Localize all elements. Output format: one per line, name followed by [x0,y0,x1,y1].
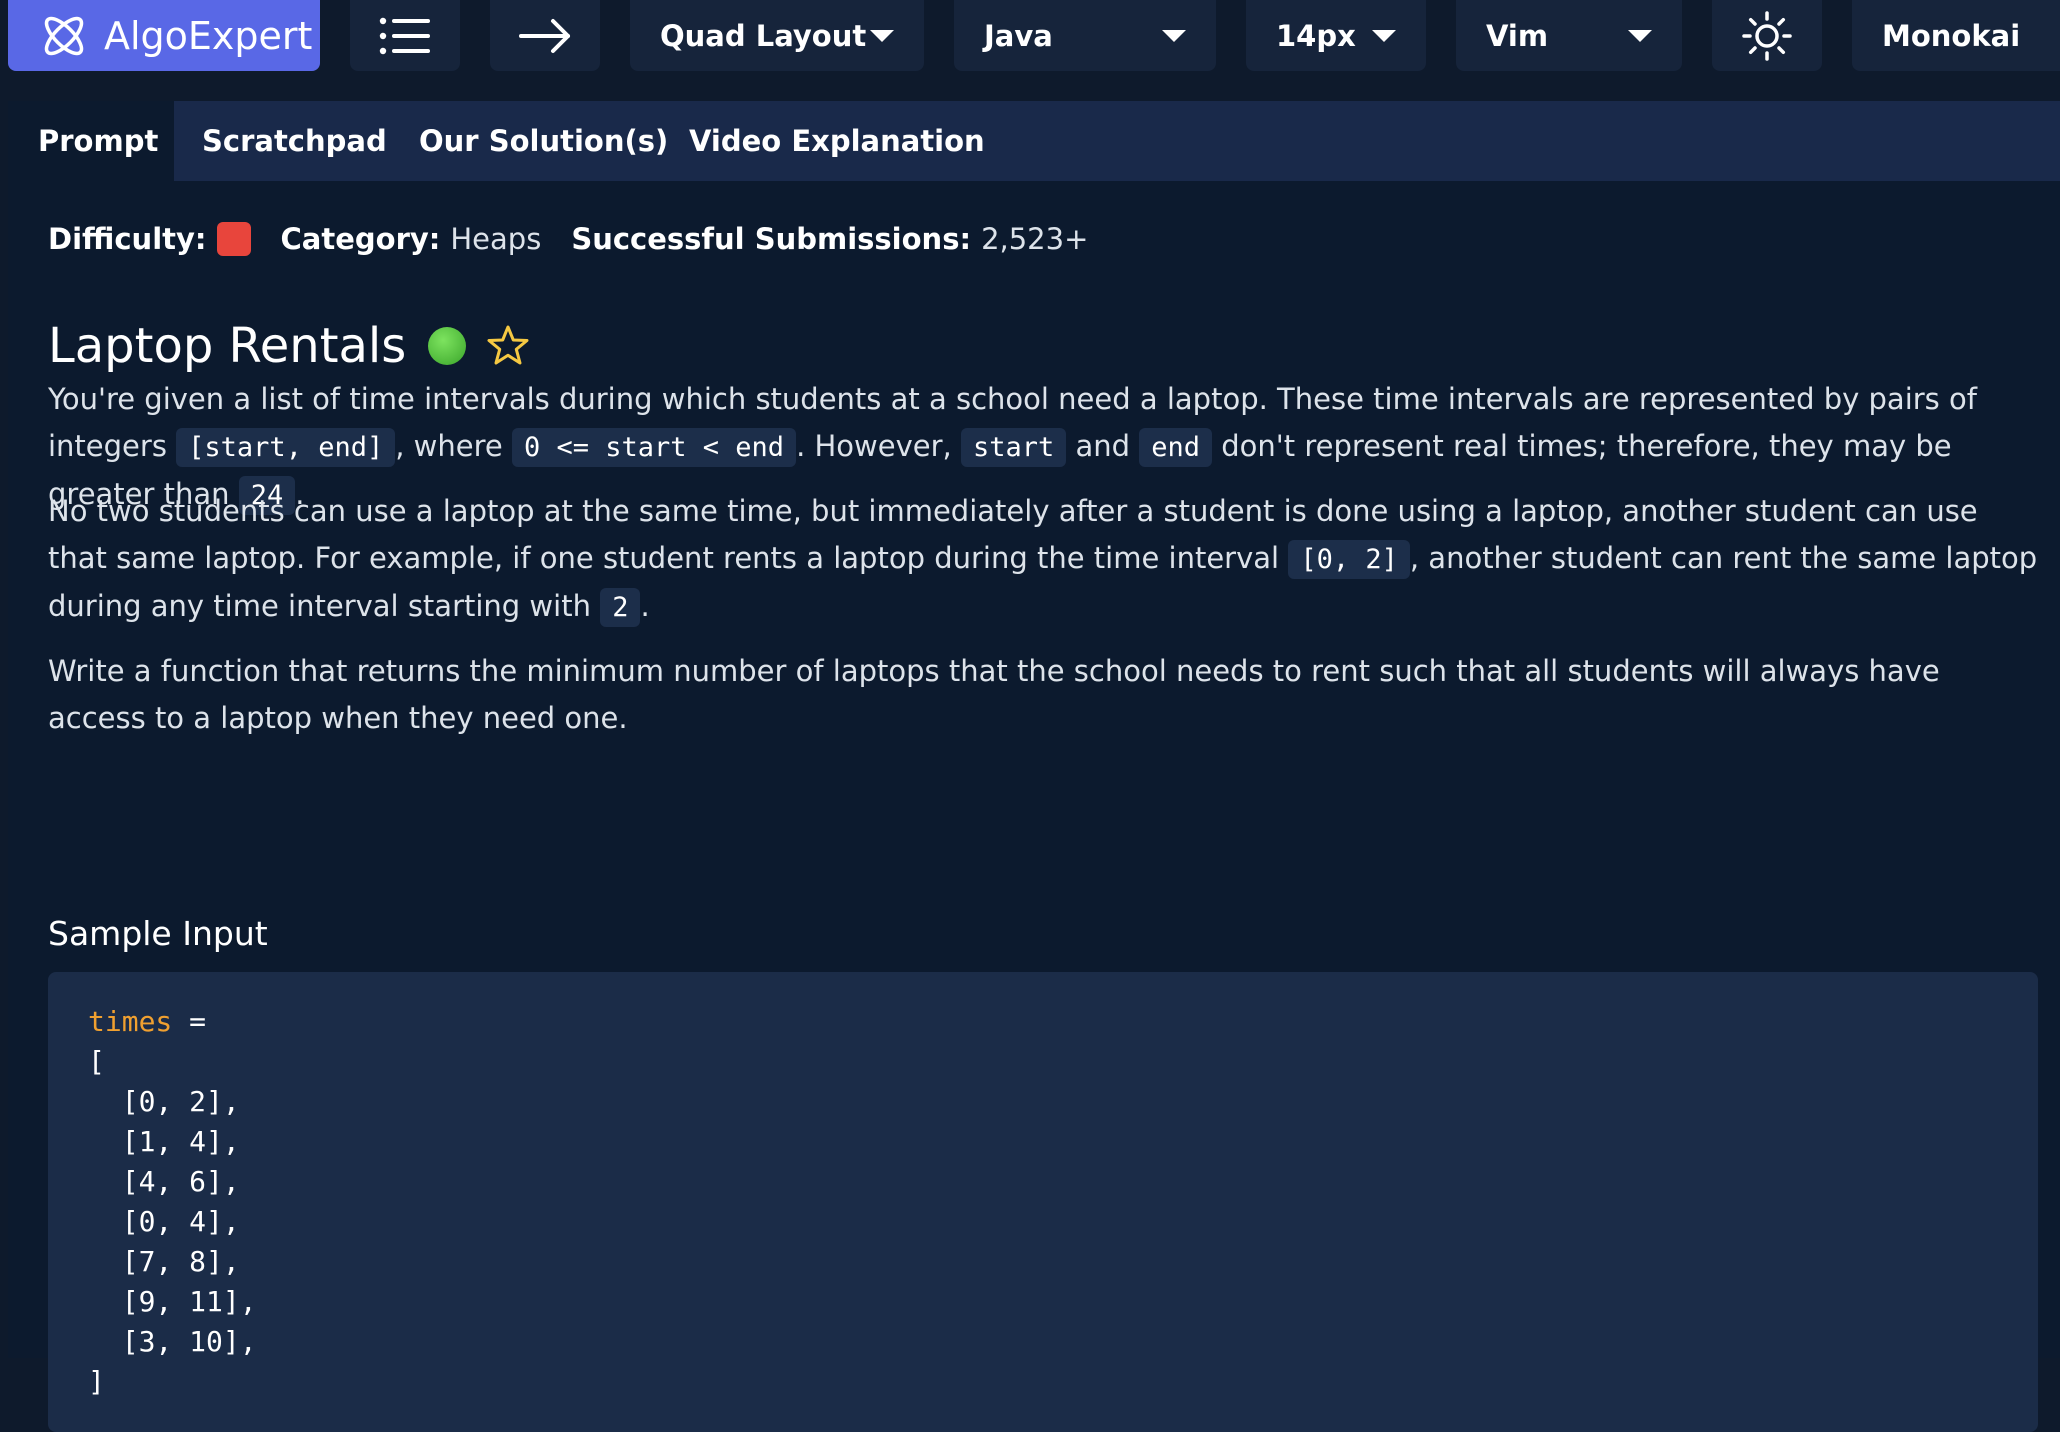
layout-dropdown[interactable]: Quad Layout [630,0,924,71]
code-line: [0, 4], [88,1205,240,1238]
code-line: [3, 10], [88,1325,257,1358]
difficulty-badge [216,222,251,256]
layout-value: Quad Layout [660,18,867,53]
text: , where [395,429,512,463]
caret-down-icon [870,29,894,42]
tab-prompt[interactable]: Prompt [8,101,174,181]
arrow-right-icon [519,18,570,53]
category-label: Category: [280,222,441,256]
status-dot-icon [428,327,467,365]
code-variable: times [88,1005,173,1038]
code-line: [1, 4], [88,1125,240,1158]
code-line: ] [88,1365,105,1398]
sample-input-code: times = [ [0, 2], [1, 4], [4, 6], [0, 4]… [48,972,2038,1432]
panel-tabs: Prompt Scratchpad Our Solution(s) Video … [8,101,2060,181]
code-line: [ [88,1045,105,1078]
theme-value: Monokai [1882,18,2021,53]
caret-down-icon [1162,29,1186,42]
sample-input-heading: Sample Input [48,914,268,953]
language-dropdown[interactable]: Java [954,0,1216,71]
prompt-panel: Prompt Scratchpad Our Solution(s) Video … [8,101,2060,1432]
font-size-value: 14px [1276,18,1356,53]
category-value: Heaps [450,222,542,256]
problem-meta: Difficulty: Category: Heaps Successful S… [48,219,1088,259]
inline-code: [0, 2] [1288,540,1410,579]
difficulty-label: Difficulty: [48,222,207,256]
caret-down-icon [1628,29,1652,42]
theme-dropdown[interactable]: Monokai [1852,0,2060,71]
caret-down-icon [1372,29,1396,42]
top-toolbar: AlgoExpert Quad Layout Java 14px Vim Mon… [0,0,2060,73]
sun-icon [1742,10,1792,61]
submissions-value: 2,523+ [981,222,1089,256]
algoexpert-logo-icon [44,16,84,55]
theme-toggle-button[interactable] [1712,0,1822,71]
inline-code: end [1139,428,1213,467]
next-button[interactable] [490,0,600,71]
brand-name: AlgoExpert [104,13,313,58]
font-size-dropdown[interactable]: 14px [1246,0,1426,71]
keymap-value: Vim [1486,18,1549,53]
prompt-paragraph-3: Write a function that returns the minimu… [48,654,1940,735]
text: . However, [796,429,961,463]
code-operator: = [172,1005,207,1038]
menu-button[interactable] [350,0,460,71]
star-icon[interactable] [486,324,530,368]
code-line: [7, 8], [88,1245,240,1278]
page-title: Laptop Rentals [48,318,407,374]
code-line: times = [88,1002,1998,1042]
language-value: Java [984,18,1053,53]
title-row: Laptop Rentals [48,311,530,381]
inline-code: 2 [600,588,641,627]
list-icon [379,17,430,54]
submissions-label: Successful Submissions: [571,222,972,256]
keymap-dropdown[interactable]: Vim [1456,0,1682,71]
algoexpert-logo-button[interactable]: AlgoExpert [8,0,320,71]
prompt-paragraph-2: No two students can use a laptop at the … [48,488,2038,631]
inline-code: start [960,428,1067,467]
tab-scratchpad[interactable]: Scratchpad [202,101,387,181]
inline-code: 0 <= start < end [511,428,797,467]
code-line: [0, 2], [88,1085,240,1118]
tab-our-solutions[interactable]: Our Solution(s) [419,101,668,181]
text: . [640,589,650,623]
inline-code: [start, end] [176,428,396,467]
text: and [1066,429,1140,463]
tab-video-explanation[interactable]: Video Explanation [689,101,985,181]
code-line: [4, 6], [88,1165,240,1198]
code-line: [9, 11], [88,1285,257,1318]
